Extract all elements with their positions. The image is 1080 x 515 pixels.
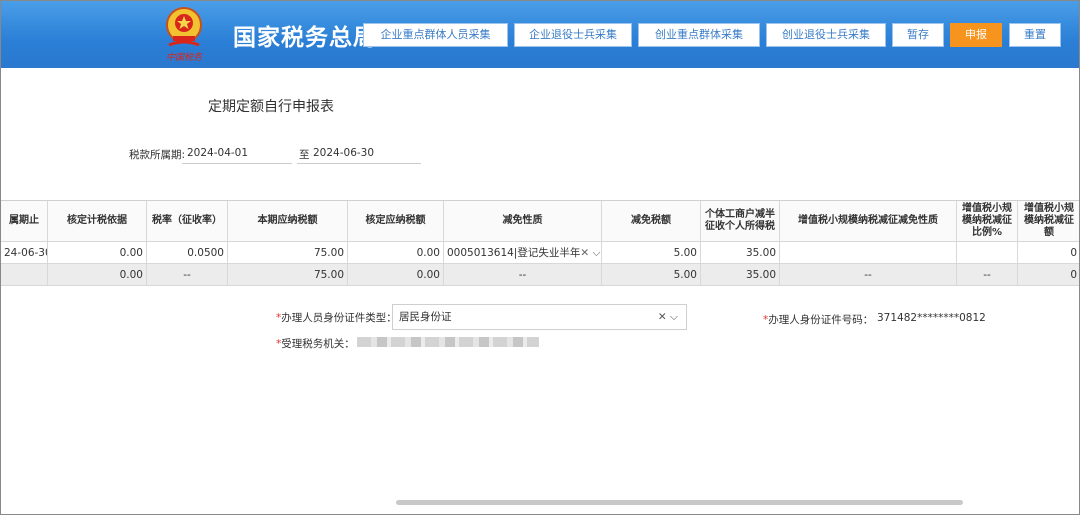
col-header: 核定计税依据 bbox=[48, 201, 147, 242]
id-type-label: *办理人员身份证件类型： bbox=[276, 312, 397, 324]
col-header: 增值税小规模纳税减征比例% bbox=[957, 201, 1018, 242]
tax-emblem-logo: 中国税务 bbox=[166, 7, 203, 63]
id-type-select[interactable]: 居民身份证 ✕ ⌵ bbox=[392, 304, 687, 330]
col-header: 属期止 bbox=[1, 201, 48, 242]
clear-icon[interactable]: ✕ ⌵ bbox=[580, 242, 600, 263]
cell-vat-type: -- bbox=[780, 264, 957, 286]
startup-veteran-collect-button[interactable]: 创业退役士兵采集 bbox=[766, 23, 886, 47]
period-label: 税款所属期: bbox=[129, 149, 186, 161]
cell-basis[interactable]: 0.00 bbox=[48, 242, 147, 264]
cell-half-tax: 35.00 bbox=[701, 264, 780, 286]
cell-assessed: 0.00 bbox=[348, 242, 444, 264]
svg-text:中国税务: 中国税务 bbox=[166, 52, 203, 63]
cell-half-tax: 35.00 bbox=[701, 242, 780, 264]
col-header: 核定应纳税额 bbox=[348, 201, 444, 242]
period-start-underline bbox=[182, 163, 292, 164]
cell-vat-amount: 0 bbox=[1018, 264, 1079, 286]
id-number-label: *办理人身份证件号码： bbox=[763, 314, 874, 326]
submit-declaration-button[interactable]: 申报 bbox=[950, 23, 1002, 47]
cell-vat-ratio: -- bbox=[957, 264, 1018, 286]
horizontal-scrollbar[interactable] bbox=[396, 500, 963, 505]
cell-period-end bbox=[1, 264, 48, 286]
reduction-type-value: 0005013614|登记失业半年 bbox=[447, 246, 581, 259]
cell-vat-ratio bbox=[957, 242, 1018, 264]
col-header: 增值税小规模纳税减征减免性质 bbox=[780, 201, 957, 242]
save-draft-button[interactable]: 暂存 bbox=[892, 23, 944, 47]
reset-button[interactable]: 重置 bbox=[1009, 23, 1061, 47]
header-bar: 中国税务 国家税务总局 企业重点群体人员采集 企业退役士兵采集 创业重点群体采集… bbox=[1, 1, 1079, 68]
cell-rate: 0.0500 bbox=[147, 242, 228, 264]
cell-payable: 75.00 bbox=[228, 242, 348, 264]
table-header-row: 属期止 核定计税依据 税率（征收率） 本期应纳税额 核定应纳税额 减免性质 减免… bbox=[1, 201, 1079, 242]
period-end-field[interactable]: 2024-06-30 bbox=[313, 147, 374, 159]
table-row: 24-06-30 0.00 0.0500 75.00 0.00 00050136… bbox=[1, 242, 1079, 264]
col-header: 减免性质 bbox=[444, 201, 602, 242]
col-header: 减免税额 bbox=[602, 201, 701, 242]
col-header: 税率（征收率） bbox=[147, 201, 228, 242]
id-number-value: 371482********0812 bbox=[877, 312, 986, 324]
app-window: 中国税务 国家税务总局 企业重点群体人员采集 企业退役士兵采集 创业重点群体采集… bbox=[0, 0, 1080, 515]
period-end-underline bbox=[297, 163, 421, 164]
enterprise-key-group-collect-button[interactable]: 企业重点群体人员采集 bbox=[363, 23, 508, 47]
cell-reduction-type: -- bbox=[444, 264, 602, 286]
col-header: 本期应纳税额 bbox=[228, 201, 348, 242]
cell-rate: -- bbox=[147, 264, 228, 286]
cell-vat-type[interactable] bbox=[780, 242, 957, 264]
period-start-field[interactable]: 2024-04-01 bbox=[187, 147, 248, 159]
cell-basis: 0.00 bbox=[48, 264, 147, 286]
reduction-type-select[interactable]: 0005013614|登记失业半年 ✕ ⌵ bbox=[444, 242, 602, 264]
col-header: 增值税小规模纳税减征额 bbox=[1018, 201, 1079, 242]
declaration-table: 属期止 核定计税依据 税率（征收率） 本期应纳税额 核定应纳税额 减免性质 减免… bbox=[1, 200, 1079, 286]
id-type-value: 居民身份证 bbox=[399, 311, 452, 323]
cell-payable: 75.00 bbox=[228, 264, 348, 286]
period-to-label: 至 bbox=[299, 149, 310, 161]
cell-period-end: 24-06-30 bbox=[1, 242, 48, 264]
cell-reduction-amount: 5.00 bbox=[602, 264, 701, 286]
form-title: 定期定额自行申报表 bbox=[208, 99, 334, 115]
cell-vat-amount: 0 bbox=[1018, 242, 1079, 264]
tax-office-label: *受理税务机关： bbox=[276, 338, 355, 350]
tax-office-value-redacted bbox=[357, 337, 539, 347]
startup-key-group-collect-button[interactable]: 创业重点群体采集 bbox=[638, 23, 760, 47]
cell-reduction-amount[interactable]: 5.00 bbox=[602, 242, 701, 264]
cell-assessed: 0.00 bbox=[348, 264, 444, 286]
col-header: 个体工商户减半征收个人所得税 bbox=[701, 201, 780, 242]
table-summary-row: 0.00 -- 75.00 0.00 -- 5.00 35.00 -- -- 0 bbox=[1, 264, 1079, 286]
enterprise-veteran-collect-button[interactable]: 企业退役士兵采集 bbox=[514, 23, 632, 47]
site-title: 国家税务总局 bbox=[233, 25, 377, 51]
chevron-down-icon[interactable]: ✕ ⌵ bbox=[658, 305, 678, 329]
